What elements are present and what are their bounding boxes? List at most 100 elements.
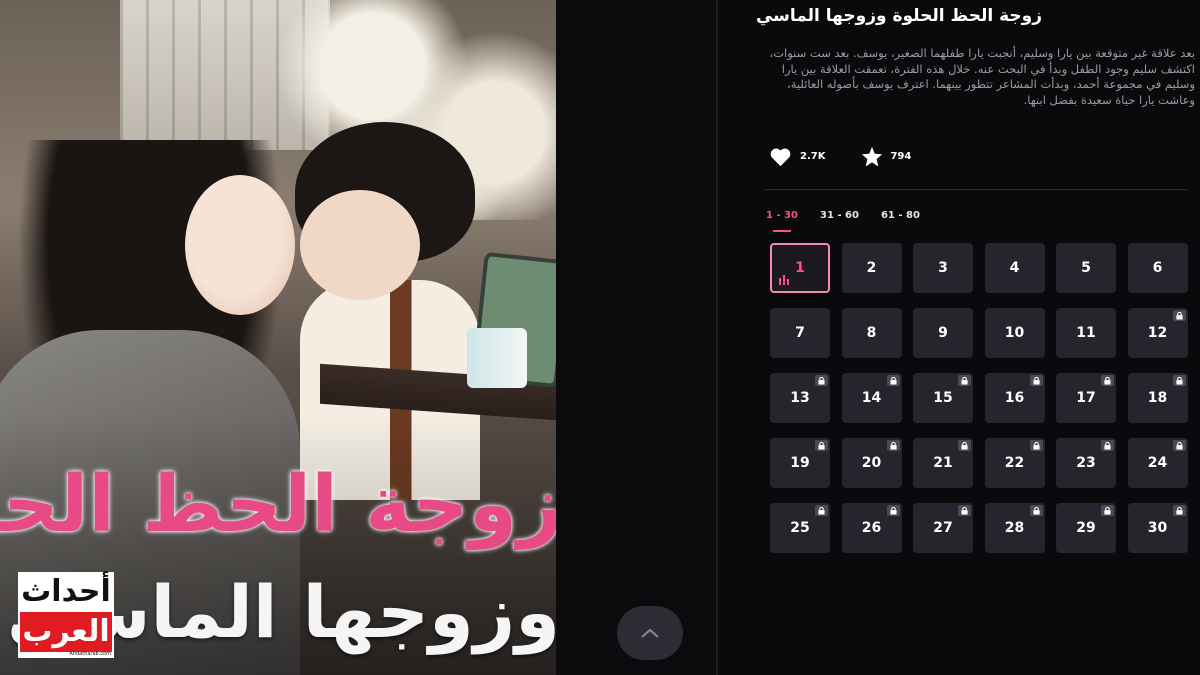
episode-button[interactable]: 16 xyxy=(984,373,1045,423)
favorite-button[interactable]: 794 xyxy=(861,146,911,167)
lock-icon xyxy=(1029,440,1043,451)
episode-number: 23 xyxy=(1076,455,1096,471)
episode-number: 21 xyxy=(933,455,953,471)
lock-icon xyxy=(958,505,971,516)
lock-icon xyxy=(1172,440,1186,451)
episode-button[interactable]: 25 xyxy=(770,503,830,553)
episode-button[interactable]: 23 xyxy=(1056,438,1116,488)
episode-button[interactable]: 21 xyxy=(913,438,973,488)
star-icon xyxy=(862,146,883,167)
show-stats: 2.7K 794 xyxy=(768,146,911,167)
episode-number: 5 xyxy=(1081,260,1091,276)
episode-button[interactable]: 6 xyxy=(1127,243,1188,293)
episode-button[interactable]: 20 xyxy=(841,438,902,488)
episode-button[interactable]: 15 xyxy=(913,373,973,423)
episode-button[interactable]: 13 xyxy=(770,373,830,423)
episode-number: 9 xyxy=(938,325,948,341)
episode-range-tabs: 1 - 30 31 - 60 61 - 80 xyxy=(766,210,920,232)
episode-button[interactable]: 19 xyxy=(770,438,830,488)
lock-icon xyxy=(1172,505,1186,516)
episode-number: 4 xyxy=(1009,260,1020,276)
lock-icon xyxy=(886,440,900,451)
lock-icon xyxy=(1029,505,1043,516)
logo-site: Ahdatharab.com xyxy=(69,651,111,657)
poster-title-line1: زوجة الحظ الحلوة xyxy=(0,460,556,550)
episode-button[interactable]: 27 xyxy=(913,503,973,553)
lock-icon xyxy=(958,440,971,451)
episode-number: 6 xyxy=(1152,260,1163,276)
logo-line1: أحداث xyxy=(21,574,111,609)
episode-number: 11 xyxy=(1076,325,1096,341)
episode-button[interactable]: 9 xyxy=(913,308,973,358)
episode-number: 29 xyxy=(1076,520,1096,536)
episode-number: 2 xyxy=(866,260,877,276)
episode-number: 19 xyxy=(790,455,810,471)
episode-button[interactable]: 12 xyxy=(1127,308,1188,358)
episode-button[interactable]: 1 xyxy=(770,243,830,293)
background-cup xyxy=(467,328,527,388)
woman-face xyxy=(185,175,295,315)
episode-number: 28 xyxy=(1004,520,1025,536)
episode-button[interactable]: 22 xyxy=(984,438,1045,488)
episode-number: 22 xyxy=(1004,455,1025,471)
episode-button[interactable]: 10 xyxy=(984,308,1045,358)
lock-icon xyxy=(1101,505,1114,516)
episode-button[interactable]: 30 xyxy=(1127,503,1188,553)
episode-number: 12 xyxy=(1147,325,1168,341)
episode-number: 3 xyxy=(938,260,948,276)
lock-icon xyxy=(815,440,828,451)
episode-button[interactable]: 18 xyxy=(1127,373,1188,423)
episode-button[interactable]: 26 xyxy=(841,503,902,553)
lock-icon xyxy=(1029,375,1043,386)
show-title: زوجة الحظ الحلوة وزوجها الماسي xyxy=(755,6,1042,26)
logo-line2: العرب xyxy=(20,612,112,652)
episode-button[interactable]: 14 xyxy=(841,373,902,423)
episode-button[interactable]: 8 xyxy=(841,308,902,358)
player-gutter xyxy=(556,0,716,675)
episode-button[interactable]: 2 xyxy=(841,243,902,293)
tab-episodes-3[interactable]: 61 - 80 xyxy=(881,210,920,221)
episode-button[interactable]: 24 xyxy=(1127,438,1188,488)
episode-button[interactable]: 11 xyxy=(1056,308,1116,358)
like-button[interactable]: 2.7K xyxy=(768,147,825,167)
episode-number: 24 xyxy=(1147,455,1168,471)
episode-button[interactable]: 5 xyxy=(1056,243,1116,293)
episode-number: 14 xyxy=(861,390,882,406)
episode-number: 18 xyxy=(1147,390,1168,406)
heart-icon xyxy=(770,148,791,166)
episode-button[interactable]: 28 xyxy=(984,503,1045,553)
lock-icon xyxy=(958,375,971,386)
equalizer-icon xyxy=(779,275,789,285)
episode-button[interactable]: 17 xyxy=(1056,373,1116,423)
episode-button[interactable]: 4 xyxy=(984,243,1045,293)
episode-number: 25 xyxy=(790,520,810,536)
episode-button[interactable]: 29 xyxy=(1056,503,1116,553)
episode-number: 27 xyxy=(933,520,953,536)
episode-number: 1 xyxy=(795,260,805,276)
episode-number: 15 xyxy=(933,390,953,406)
episode-button[interactable]: 3 xyxy=(913,243,973,293)
lock-icon xyxy=(1101,440,1114,451)
lock-icon xyxy=(815,505,828,516)
episode-number: 10 xyxy=(1004,325,1025,341)
chevron-up-icon xyxy=(641,628,659,638)
favorite-count: 794 xyxy=(890,151,912,162)
scroll-up-button[interactable] xyxy=(617,606,683,660)
lock-icon xyxy=(1101,375,1114,386)
site-logo: أحداث العرب Ahdatharab.com xyxy=(18,572,114,658)
episode-panel: زوجة الحظ الحلوة وزوجها الماسي بعد علاقة… xyxy=(718,0,1200,675)
episode-button[interactable]: 7 xyxy=(770,308,830,358)
episode-number: 7 xyxy=(795,325,805,341)
tab-episodes-2[interactable]: 31 - 60 xyxy=(820,210,859,221)
show-description: بعد علاقة غير متوقعة بين يارا وسليم، أنج… xyxy=(769,46,1195,107)
episode-number: 20 xyxy=(861,455,882,471)
lock-icon xyxy=(886,375,900,386)
like-count: 2.7K xyxy=(800,151,826,162)
tab-episodes-1[interactable]: 1 - 30 xyxy=(766,210,798,232)
lock-icon xyxy=(1172,310,1186,321)
episode-number: 13 xyxy=(790,390,810,406)
episode-number: 30 xyxy=(1147,520,1168,536)
lock-icon xyxy=(1172,375,1186,386)
section-divider xyxy=(765,189,1187,190)
episode-number: 16 xyxy=(1004,390,1025,406)
